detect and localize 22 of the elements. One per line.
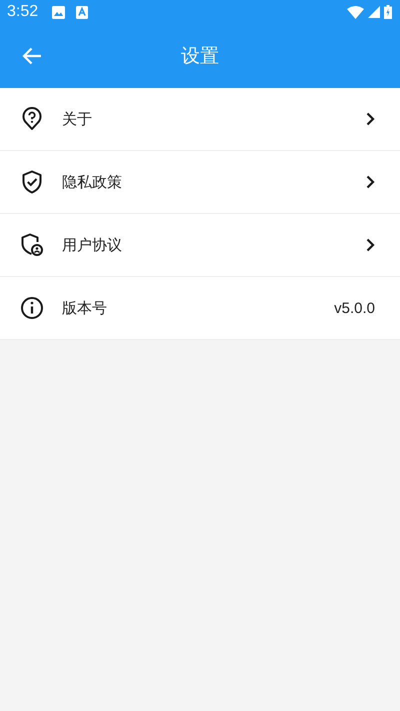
- wifi-icon: [347, 6, 364, 18]
- chevron-right-icon: [366, 112, 375, 126]
- image-icon: [52, 6, 66, 18]
- chevron-right-icon: [366, 238, 375, 252]
- chevron-right-icon: [366, 175, 375, 189]
- screen-title: 设置: [181, 44, 219, 69]
- status-time: 3:52: [7, 3, 38, 21]
- row-label: 隐私政策: [62, 172, 123, 192]
- text-icon: [76, 6, 88, 18]
- info-icon: [20, 296, 44, 320]
- question-pin-icon: [21, 107, 43, 131]
- settings-row[interactable]: 隐私政策: [0, 151, 400, 214]
- shield-check-icon: [21, 170, 43, 194]
- shield-user-icon: [20, 233, 44, 257]
- version-value: v5.0.0: [334, 300, 375, 316]
- row-label: 关于: [62, 110, 93, 128]
- settings-row[interactable]: 用户协议: [0, 214, 400, 277]
- row-label: 用户协议: [62, 236, 123, 254]
- battery-icon: [384, 5, 392, 19]
- row-label: 版本号: [62, 298, 108, 318]
- settings-row[interactable]: 关于: [0, 88, 400, 151]
- signal-icon: [368, 6, 380, 18]
